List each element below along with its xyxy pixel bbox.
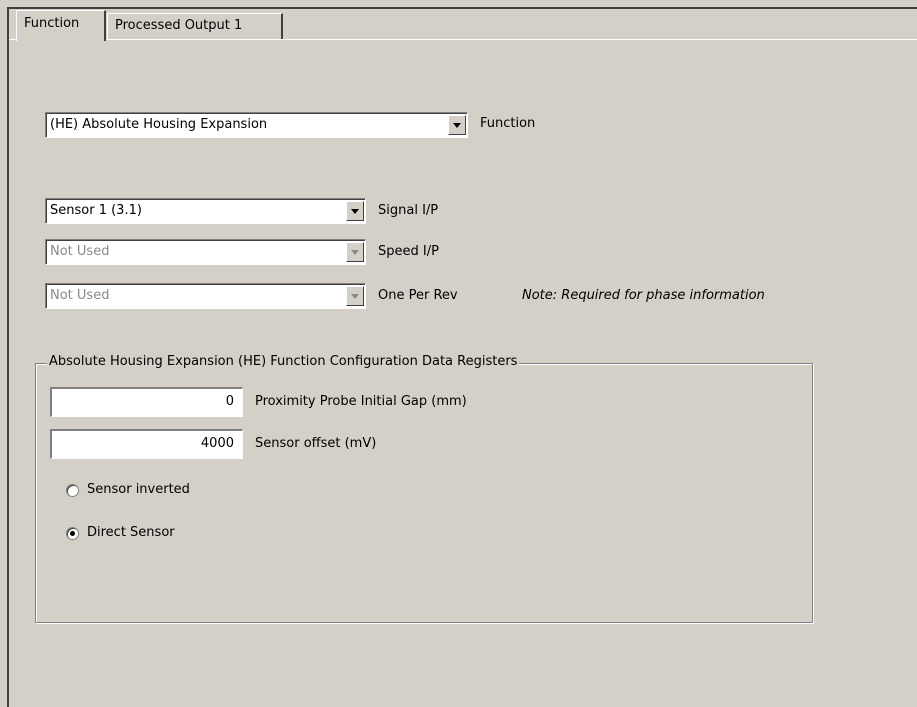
chevron-down-icon[interactable]: [346, 201, 364, 221]
groupbox-title: Absolute Housing Expansion (HE) Function…: [47, 354, 520, 369]
initial-gap-input[interactable]: 0: [50, 387, 243, 417]
speed-input-value: Not Used: [50, 244, 110, 259]
sensor-offset-label: Sensor offset (mV): [255, 436, 377, 451]
direct-sensor-radio[interactable]: [66, 527, 79, 540]
tab-function-label: Function: [24, 16, 80, 31]
tab-processed-output-label: Processed Output 1: [115, 18, 243, 33]
radio-selected-dot: [70, 531, 75, 536]
sensor-inverted-label[interactable]: Sensor inverted: [87, 482, 190, 497]
tab-function[interactable]: Function: [16, 10, 106, 41]
signal-input-value: Sensor 1 (3.1): [50, 203, 142, 218]
tab-panel-edge: [9, 39, 917, 40]
signal-input-label: Signal I/P: [378, 203, 439, 218]
speed-input-label: Speed I/P: [378, 244, 439, 259]
function-select[interactable]: (HE) Absolute Housing Expansion: [45, 112, 468, 138]
one-per-rev-select: Not Used: [45, 283, 366, 309]
sensor-offset-input[interactable]: 4000: [50, 429, 243, 459]
chevron-down-icon: [346, 242, 364, 262]
chevron-down-icon[interactable]: [448, 115, 466, 135]
direct-sensor-label[interactable]: Direct Sensor: [87, 525, 175, 540]
phase-note: Note: Required for phase information: [522, 288, 765, 303]
sensor-inverted-radio[interactable]: [66, 484, 79, 497]
one-per-rev-label: One Per Rev: [378, 288, 458, 303]
function-label: Function: [480, 116, 536, 131]
chevron-down-icon: [346, 286, 364, 306]
tab-processed-output-1[interactable]: Processed Output 1: [107, 13, 283, 40]
signal-input-select[interactable]: Sensor 1 (3.1): [45, 198, 366, 224]
speed-input-select: Not Used: [45, 239, 366, 265]
initial-gap-label: Proximity Probe Initial Gap (mm): [255, 394, 467, 409]
function-select-value: (HE) Absolute Housing Expansion: [50, 117, 268, 132]
one-per-rev-value: Not Used: [50, 288, 110, 303]
